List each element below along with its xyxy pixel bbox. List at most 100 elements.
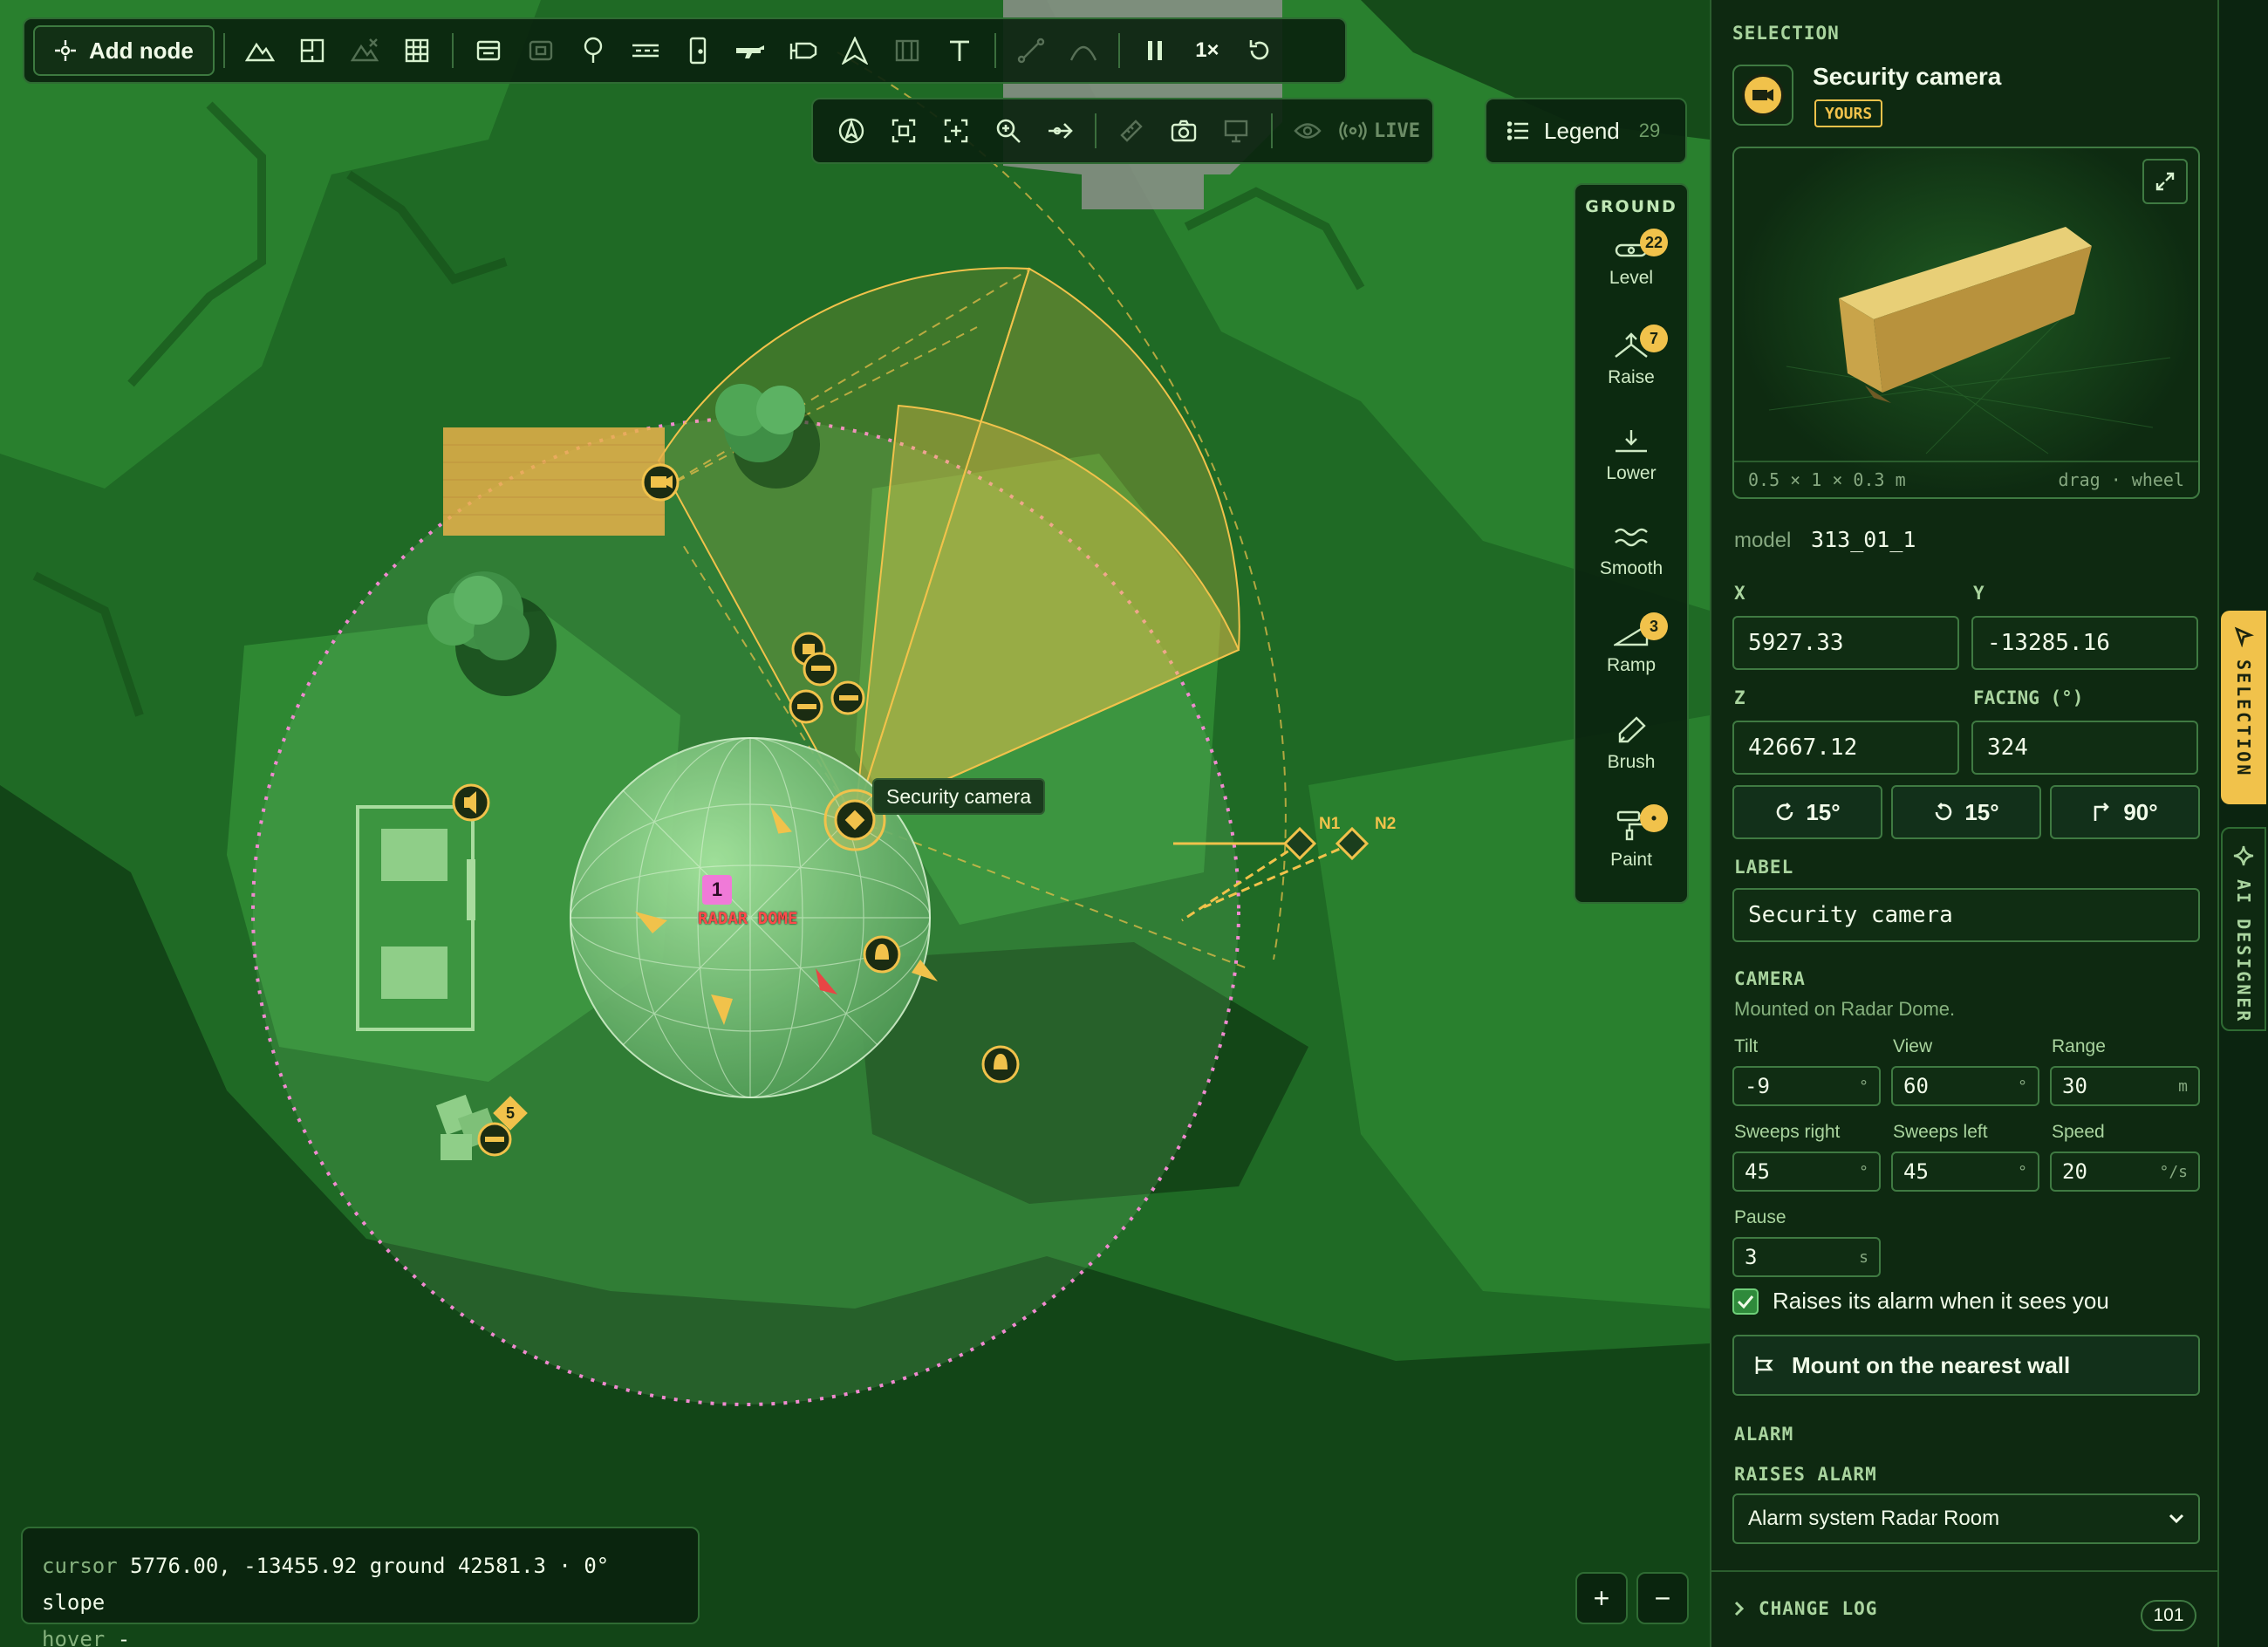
navigate-button[interactable] [825, 105, 878, 157]
rifle-icon [734, 41, 766, 60]
wall-tool-button[interactable] [619, 24, 672, 77]
brush-label: Brush [1607, 752, 1656, 772]
y-input[interactable]: -13285.16 [1971, 616, 2198, 670]
rotate-ccw-button[interactable]: 15° [1891, 785, 2041, 839]
zoom-in-button[interactable]: + [1575, 1572, 1628, 1624]
frame-icon [891, 118, 917, 144]
text-tool-button[interactable] [933, 24, 986, 77]
ramp-badge: 3 [1640, 612, 1668, 640]
terrain-tool-button[interactable] [234, 24, 286, 77]
security-camera-icon [788, 38, 817, 63]
paint-tool-button[interactable]: Paint • [1579, 792, 1684, 888]
group-count-text: 5 [505, 1104, 515, 1122]
pause-button[interactable] [1129, 24, 1181, 77]
crate[interactable] [381, 829, 447, 881]
model-preview[interactable]: 0.5 × 1 × 0.3 m drag · wheel [1732, 147, 2200, 499]
tree-tool-button[interactable] [567, 24, 619, 77]
cursor-key: cursor [42, 1554, 118, 1578]
z-input[interactable]: 42667.12 [1732, 721, 1959, 775]
ramp-tool-button[interactable]: Ramp 3 [1579, 600, 1684, 696]
tab-selection[interactable]: SELECTION [2221, 611, 2266, 804]
pause-input[interactable]: 3s [1732, 1237, 1881, 1277]
building-block[interactable] [443, 427, 665, 536]
live-toggle[interactable]: LIVE [1339, 120, 1420, 142]
view-toolbar: LIVE [811, 98, 1434, 164]
zoom-out-button[interactable]: − [1636, 1572, 1689, 1624]
alarm-marker[interactable] [981, 1045, 1020, 1083]
alarm-checkbox-row[interactable]: Raises its alarm when it sees you [1732, 1288, 2109, 1315]
ground-title: GROUND [1585, 197, 1677, 216]
lower-icon [1614, 428, 1649, 454]
smooth-tool-button[interactable]: Smooth [1579, 504, 1684, 600]
raise-tool-button[interactable]: Raise 7 [1579, 312, 1684, 408]
view-input[interactable]: 60 ° [1891, 1066, 2039, 1106]
frame-selection-button[interactable] [878, 105, 930, 157]
measure-button[interactable] [1105, 105, 1158, 157]
camera-marker[interactable] [641, 463, 680, 502]
building-tool-button[interactable] [462, 24, 515, 77]
fit-icon [943, 118, 969, 144]
divider [1271, 113, 1274, 148]
sweeps-right-input[interactable]: 45 ° [1732, 1152, 1881, 1192]
speaker-marker[interactable] [452, 783, 490, 822]
curve-tool-button[interactable] [1057, 24, 1110, 77]
divider [1117, 33, 1120, 68]
range-input[interactable]: 30 m [2050, 1066, 2200, 1106]
level-tool-button[interactable]: Level 22 [1579, 216, 1684, 312]
expand-preview-button[interactable] [2142, 159, 2188, 204]
guard-weapon-marker[interactable] [477, 1122, 512, 1157]
tilt-input[interactable]: -9 ° [1732, 1066, 1881, 1106]
path-tool-button[interactable] [1005, 24, 1057, 77]
door-tool-button[interactable] [672, 24, 724, 77]
goto-button[interactable] [1035, 105, 1087, 157]
screenshot-button[interactable] [1158, 105, 1210, 157]
raise-badge: 7 [1640, 325, 1668, 352]
speed-field-label: Speed [2052, 1122, 2105, 1142]
raises-alarm-select[interactable]: Alarm system Radar Room [1732, 1493, 2200, 1544]
camera-tooltip-text: Security camera [886, 784, 1032, 808]
ramp-label: Ramp [1606, 655, 1657, 675]
facing-input[interactable]: 324 [1971, 721, 2198, 775]
crate[interactable] [381, 947, 447, 999]
reset-button[interactable] [1233, 24, 1286, 77]
camera-tooltip: Security camera [872, 778, 1046, 815]
x-input[interactable]: 5927.33 [1732, 616, 1959, 670]
change-log-toggle[interactable]: CHANGE LOG [1734, 1598, 1877, 1619]
zoom-search-button[interactable] [982, 105, 1035, 157]
rotate-cw-button[interactable]: 15° [1732, 785, 1882, 839]
volume-icon [894, 38, 920, 63]
change-log-label: CHANGE LOG [1759, 1598, 1878, 1619]
map-canvas[interactable]: Security camera 1 RADAR DOME 5 N1 N2 [0, 0, 1710, 1647]
volume-tool-button[interactable] [881, 24, 933, 77]
visibility-button[interactable] [1281, 105, 1334, 157]
grid-tool-button[interactable] [391, 24, 443, 77]
fit-all-button[interactable] [930, 105, 982, 157]
terrain-disabled-button[interactable] [338, 24, 391, 77]
monitor-button[interactable] [1210, 105, 1262, 157]
label-input[interactable]: Security camera [1732, 888, 2200, 942]
sweeps-left-unit: ° [2018, 1162, 2027, 1181]
speed-input[interactable]: 20 °/s [2050, 1152, 2200, 1192]
y-value: -13285.16 [1987, 630, 2110, 656]
guard-tool-button[interactable] [829, 24, 881, 77]
crosshair-plus-icon [54, 39, 77, 62]
alarm-marker[interactable] [863, 935, 901, 974]
weapon-tool-button[interactable] [724, 24, 776, 77]
path-icon [1017, 38, 1045, 64]
rotate-cw-label: 15° [1806, 798, 1841, 825]
camera-tool-button[interactable] [776, 24, 829, 77]
magnifier-icon [995, 118, 1021, 144]
lower-tool-button[interactable]: Lower [1579, 408, 1684, 504]
alarm-checkbox[interactable] [1732, 1288, 1759, 1315]
legend-button[interactable]: Legend 29 [1485, 98, 1687, 164]
speed-button[interactable]: 1× [1181, 24, 1233, 77]
object-tool-button[interactable] [515, 24, 567, 77]
mount-wall-button[interactable]: Mount on the nearest wall [1732, 1335, 2200, 1396]
compass-icon [837, 117, 865, 145]
tab-ai-designer[interactable]: AI DESIGNER [2221, 827, 2266, 1031]
add-node-button[interactable]: Add node [33, 25, 215, 76]
rotate-90-button[interactable]: 90° [2050, 785, 2200, 839]
floorplan-tool-button[interactable] [286, 24, 338, 77]
sweeps-left-input[interactable]: 45 ° [1891, 1152, 2039, 1192]
brush-tool-button[interactable]: Brush [1579, 696, 1684, 792]
